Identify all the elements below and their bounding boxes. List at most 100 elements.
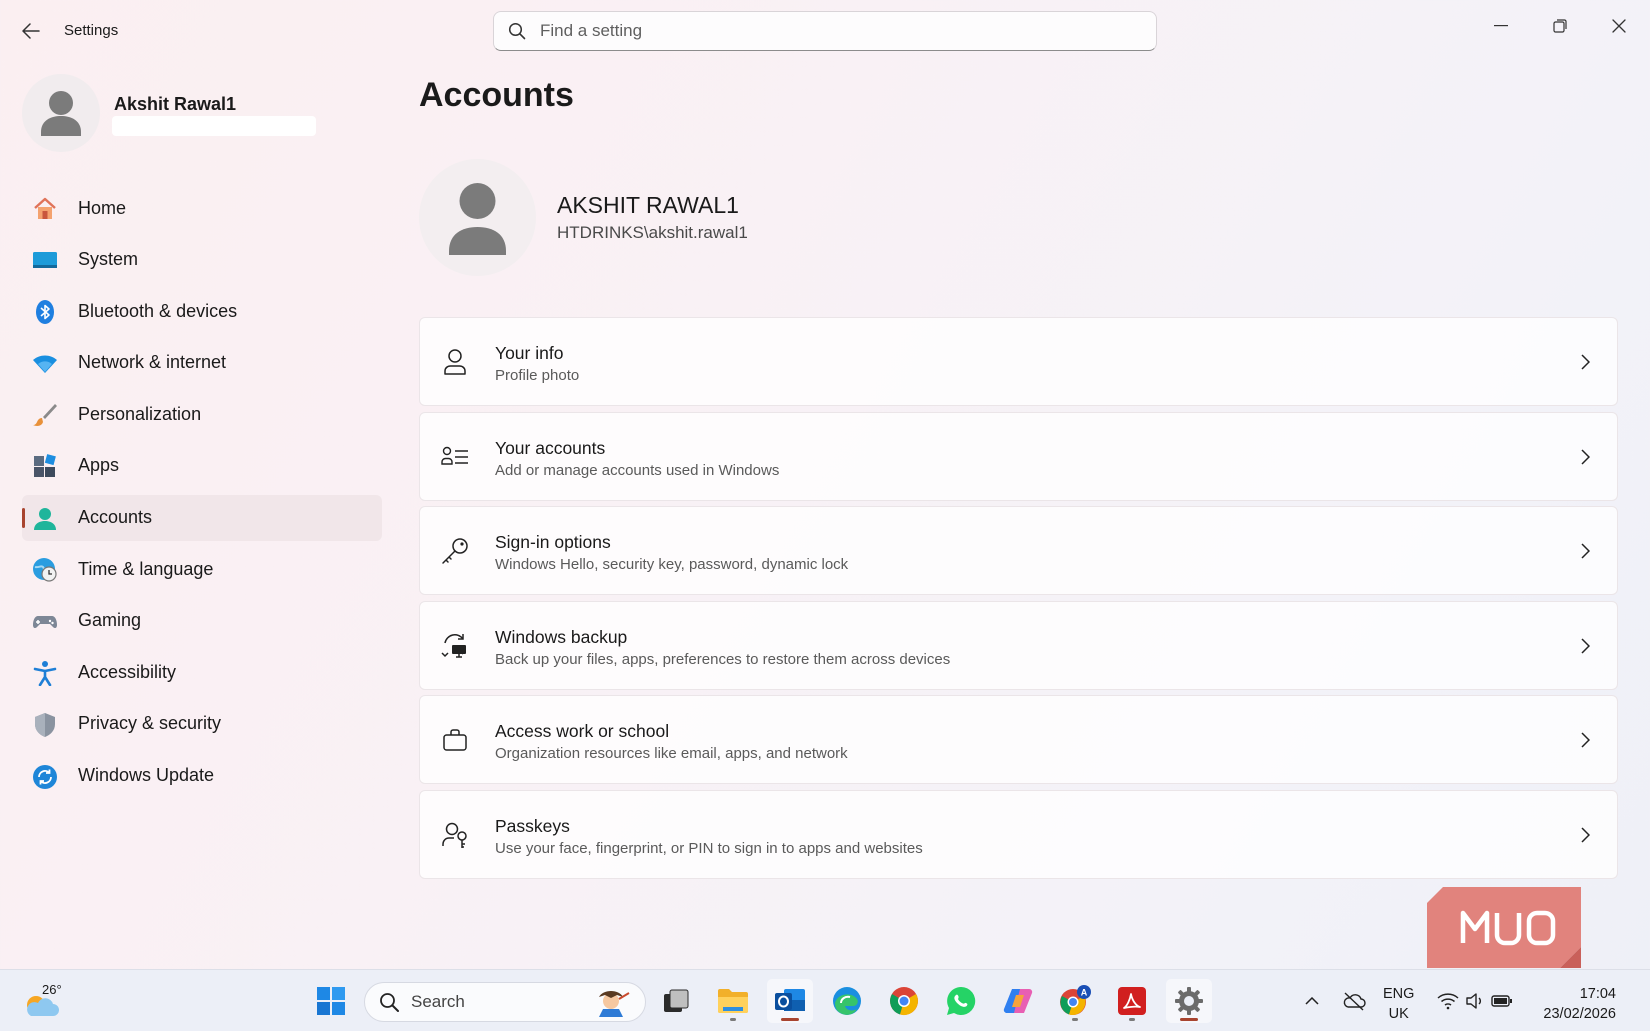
card-subtitle: Back up your files, apps, preferences to… — [495, 650, 951, 668]
clock-date: 23/02/2026 — [1543, 1006, 1616, 1022]
sidebar-item-label: Privacy & security — [78, 713, 222, 734]
account-display-name: AKSHIT RAWAL1 — [557, 192, 739, 218]
whatsapp-button[interactable] — [938, 979, 984, 1023]
sidebar-item-label: Network & internet — [78, 352, 227, 373]
sidebar-item-accounts[interactable]: Accounts — [22, 494, 382, 541]
gear-icon — [1175, 987, 1203, 1015]
chevron-right-icon — [1575, 540, 1595, 562]
sidebar-item-accessibility[interactable]: Accessibility — [22, 649, 382, 695]
copilot-icon — [1003, 988, 1033, 1014]
sidebar-item-time-language[interactable]: Time & language — [22, 546, 382, 592]
shield-icon — [32, 712, 58, 738]
user-silhouette-icon — [41, 91, 81, 136]
close-button[interactable] — [1590, 6, 1648, 46]
minimize-button[interactable] — [1472, 6, 1530, 46]
access-work-school-card[interactable]: Access work or school Organization resou… — [419, 695, 1618, 785]
running-indicator — [1072, 1018, 1078, 1021]
sidebar-item-windows-update[interactable]: Windows Update — [22, 753, 382, 799]
user-silhouette-icon — [449, 183, 506, 255]
chrome-button[interactable] — [881, 979, 927, 1023]
account-settings-list: Your info Profile photo Your accounts Ad… — [419, 317, 1618, 885]
language-code: ENG — [1383, 986, 1415, 1002]
sidebar-item-gaming[interactable]: Gaming — [22, 598, 382, 644]
minimize-icon — [1494, 25, 1508, 27]
person-list-icon — [440, 442, 470, 472]
settings-search-input[interactable] — [540, 21, 1120, 41]
sidebar-profile[interactable]: Akshit Rawal1 — [22, 74, 382, 154]
accounts-icon — [32, 506, 58, 532]
taskbar: 26° Search A ENG UK 17:04 23/02/2026 — [0, 969, 1650, 1031]
chrome-icon — [890, 987, 918, 1016]
clock-time: 17:04 — [1579, 986, 1616, 1002]
system-icon — [32, 248, 58, 274]
edge-button[interactable] — [824, 979, 870, 1023]
search-icon — [380, 993, 399, 1012]
card-title: Passkeys — [495, 815, 570, 836]
volume-icon — [1466, 993, 1481, 1009]
back-arrow-icon — [22, 23, 40, 39]
sign-in-options-card[interactable]: Sign-in options Windows Hello, security … — [419, 506, 1618, 596]
profile-name: Akshit Rawal1 — [114, 94, 237, 114]
card-title: Your accounts — [495, 437, 606, 458]
chevron-right-icon — [1575, 446, 1595, 468]
taskbar-clock[interactable]: 17:04 23/02/2026 — [1543, 984, 1616, 1024]
folder-icon — [718, 989, 748, 1013]
account-domain: HTDRINKS\akshit.rawal1 — [557, 223, 748, 242]
sidebar-item-label: Time & language — [78, 558, 214, 579]
close-icon — [1612, 19, 1626, 33]
windows-backup-card[interactable]: Windows backup Back up your files, apps,… — [419, 600, 1618, 690]
taskbar-search[interactable]: Search — [364, 982, 646, 1022]
chrome-profile-button[interactable]: A — [1052, 979, 1098, 1023]
sidebar-item-home[interactable]: Home — [22, 185, 382, 231]
restore-button[interactable] — [1531, 6, 1589, 46]
briefcase-icon — [440, 725, 470, 755]
quick-settings-button[interactable] — [1436, 970, 1514, 1031]
apps-icon — [32, 454, 58, 480]
settings-app-button[interactable] — [1166, 979, 1212, 1023]
card-title: Windows backup — [495, 626, 628, 647]
card-subtitle: Profile photo — [495, 367, 580, 384]
acrobat-button[interactable] — [1109, 979, 1155, 1023]
card-subtitle: Organization resources like email, apps,… — [495, 745, 848, 763]
onedrive-status-button[interactable] — [1340, 970, 1368, 1031]
edge-icon — [833, 987, 861, 1015]
chevron-up-icon — [1305, 997, 1319, 1005]
wifi-icon — [1437, 993, 1459, 1010]
wifi-icon — [32, 351, 58, 377]
page-title: Accounts — [419, 76, 574, 114]
start-button[interactable] — [308, 979, 354, 1023]
chevron-right-icon — [1575, 824, 1595, 846]
chrome-profile-icon: A — [1060, 985, 1091, 1015]
svg-text:A: A — [1081, 988, 1088, 998]
your-info-card[interactable]: Your info Profile photo — [419, 317, 1618, 406]
sidebar-item-system[interactable]: System — [22, 237, 382, 283]
sidebar-item-apps[interactable]: Apps — [22, 443, 382, 489]
sidebar-item-privacy-security[interactable]: Privacy & security — [22, 701, 382, 747]
task-view-button[interactable] — [653, 979, 699, 1023]
account-avatar — [419, 159, 536, 276]
sidebar-item-bluetooth[interactable]: Bluetooth & devices — [22, 288, 382, 334]
outlook-icon — [775, 989, 805, 1011]
settings-search-box[interactable] — [493, 11, 1157, 51]
outlook-button[interactable] — [767, 979, 813, 1023]
input-language-indicator[interactable]: ENG UK — [1383, 984, 1414, 1024]
file-explorer-button[interactable] — [710, 979, 756, 1023]
gamepad-icon — [32, 609, 58, 635]
copilot-button[interactable] — [995, 979, 1041, 1023]
sidebar-item-network[interactable]: Network & internet — [22, 340, 382, 386]
card-title: Your info — [495, 343, 564, 363]
bluetooth-icon — [32, 299, 58, 325]
show-hidden-icons-button[interactable] — [1300, 970, 1324, 1031]
cloud-offline-icon — [1343, 992, 1366, 1011]
sidebar-item-personalization[interactable]: Personalization — [22, 391, 382, 437]
running-indicator — [1180, 1018, 1198, 1021]
whatsapp-icon — [947, 986, 976, 1015]
person-icon — [440, 347, 470, 377]
your-accounts-card[interactable]: Your accounts Add or manage accounts use… — [419, 411, 1618, 501]
accessibility-icon — [32, 660, 58, 687]
passkeys-card[interactable]: Passkeys Use your face, fingerprint, or … — [419, 789, 1618, 879]
acrobat-icon — [1118, 987, 1146, 1015]
back-button[interactable] — [18, 18, 44, 44]
sidebar-item-label: Personalization — [78, 403, 202, 424]
chevron-right-icon — [1575, 729, 1595, 751]
